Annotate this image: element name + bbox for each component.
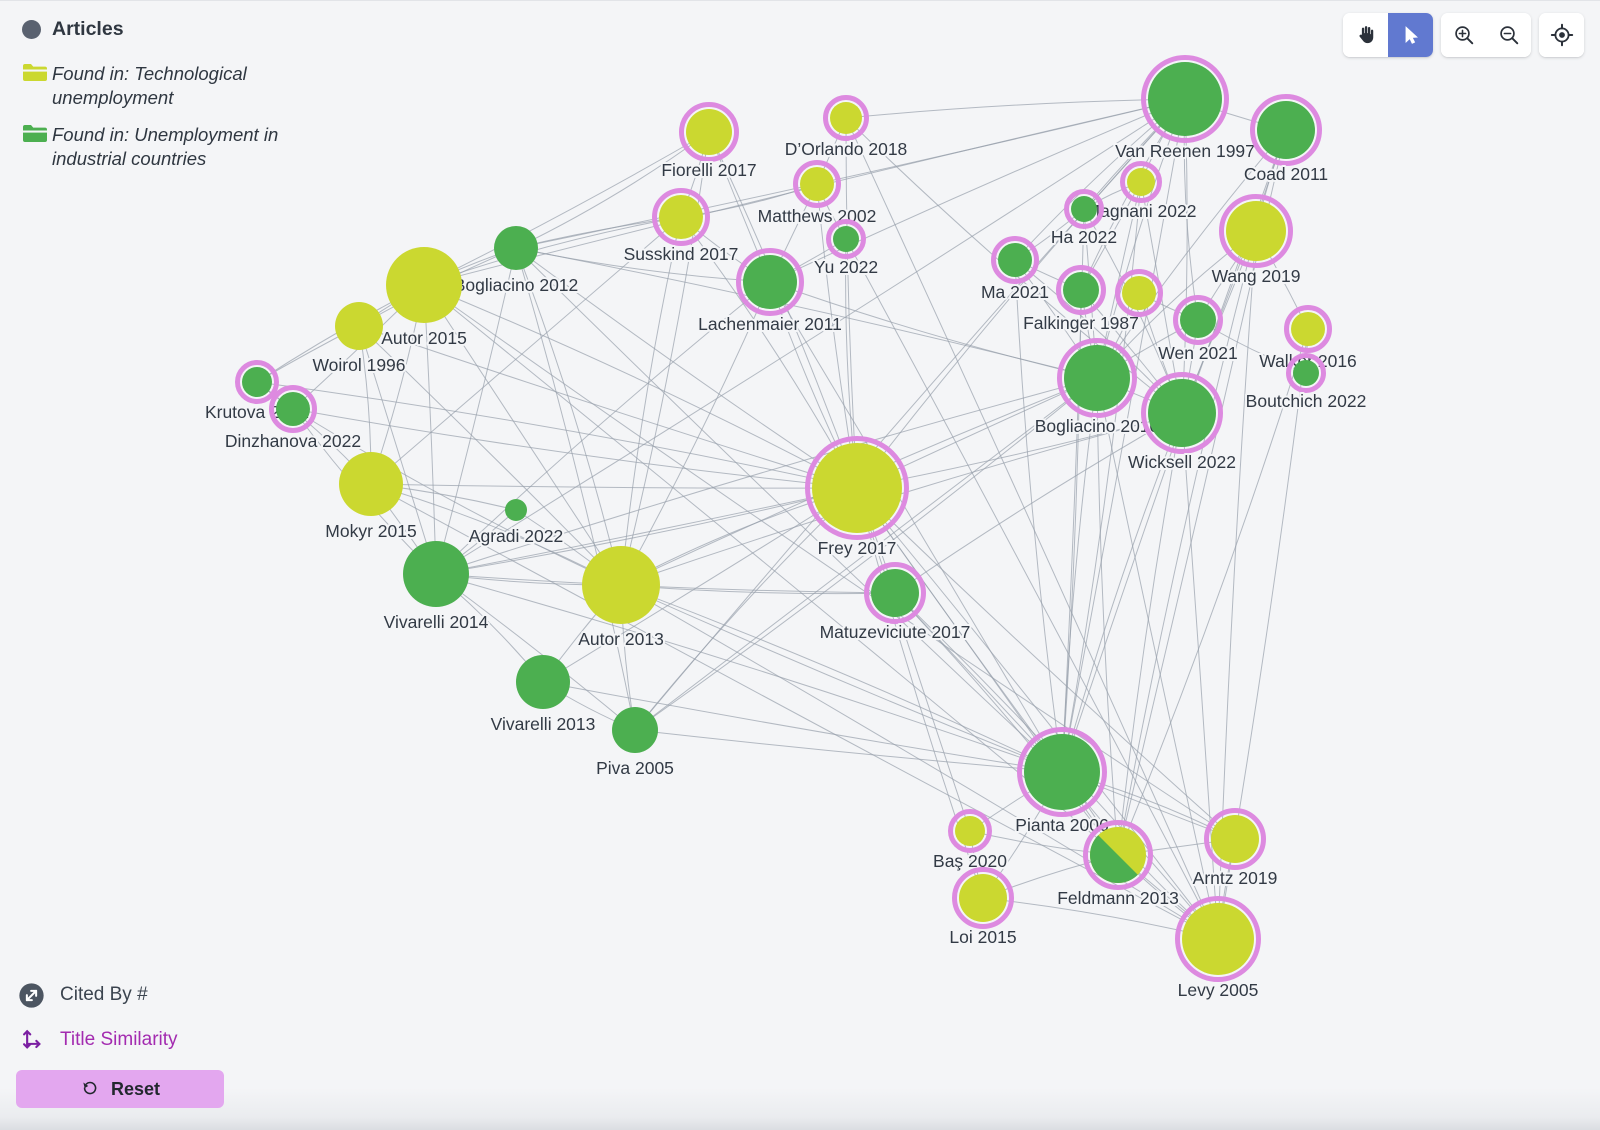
node-circle <box>505 499 527 521</box>
layout-metric-label: Title Similarity <box>60 1029 178 1050</box>
node-circle <box>276 392 310 426</box>
node-circle <box>1180 302 1216 338</box>
legend-articles-label: Articles <box>52 18 124 40</box>
legend-item-industrial-countries: Found in: Unemployment in industrial cou… <box>18 123 348 170</box>
node-circle <box>386 247 462 323</box>
node-circle <box>998 243 1032 277</box>
crosshair-icon <box>1550 23 1573 47</box>
node-circle <box>830 102 862 134</box>
node-circle <box>1024 734 1100 810</box>
node-circle <box>959 874 1007 922</box>
node-circle <box>1291 312 1325 346</box>
legend: Articles Found in: Technological unemplo… <box>18 17 348 185</box>
graph-edge <box>435 281 771 575</box>
graph-edge <box>634 377 1098 731</box>
zoom-in-icon <box>1454 26 1473 45</box>
graph-edge <box>423 284 858 489</box>
graph-edge <box>894 592 1119 856</box>
legend-item-articles: Articles <box>18 17 348 42</box>
graph-edge <box>620 131 710 586</box>
hand-icon <box>1358 26 1373 44</box>
zoom-in-button[interactable] <box>1441 13 1486 57</box>
size-metric-label: Cited By # <box>60 984 148 1005</box>
axes-arrow-icon <box>22 1029 41 1049</box>
resize-arrow-icon <box>18 982 44 1008</box>
articles-dot-icon <box>22 19 41 39</box>
node-circle <box>1257 101 1315 159</box>
node-circle <box>339 452 403 516</box>
graph-edge <box>1061 377 1098 773</box>
node-circle <box>1226 201 1286 261</box>
graph-edge <box>515 247 622 586</box>
graph-controls: Cited By # Title Similarity Reset <box>16 980 276 1108</box>
node-circle <box>1148 379 1216 447</box>
graph-toolbar[interactable] <box>1343 13 1584 57</box>
graph-edge <box>1117 412 1183 856</box>
node-circle <box>403 541 469 607</box>
tool-pack-recenter <box>1539 13 1584 57</box>
folder-icon-green-wrap <box>18 123 52 143</box>
zoom-out-button[interactable] <box>1486 13 1531 57</box>
pan-tool-button[interactable] <box>1343 13 1388 57</box>
graph-edge <box>620 584 1236 840</box>
node-circle <box>1122 276 1156 310</box>
graph-edge <box>515 247 858 489</box>
node-circle <box>582 546 660 624</box>
graph-edge <box>769 281 1063 773</box>
node-circle <box>686 109 732 155</box>
resize-arrow-icon-wrap <box>16 980 46 1010</box>
node-circle <box>516 655 570 709</box>
reset-button[interactable]: Reset <box>16 1070 224 1108</box>
node-circle <box>242 367 272 397</box>
node-circle <box>743 255 797 309</box>
node-circle <box>1148 62 1222 136</box>
graph-edge <box>845 98 1186 119</box>
reset-label: Reset <box>110 1078 161 1099</box>
select-tool-button[interactable] <box>1388 13 1433 57</box>
node-circle <box>955 816 985 846</box>
articles-dot-mark <box>18 19 52 39</box>
axes-arrow-icon-wrap <box>16 1025 46 1055</box>
graph-edge <box>370 483 858 489</box>
recenter-button[interactable] <box>1539 13 1584 57</box>
node-circle <box>335 302 383 350</box>
legend-found-in-label-1: Found in: Technological unemployment <box>52 62 247 108</box>
cursor-icon <box>1405 26 1418 44</box>
node-circle <box>1293 360 1319 386</box>
graph-application: Fiorelli 2017 D’Orlando 2018 Van Reenen 19… <box>0 0 1600 1130</box>
undo-icon <box>83 1081 97 1094</box>
zoom-out-icon <box>1499 26 1518 45</box>
node-circle <box>1211 815 1259 863</box>
folder-icon <box>23 63 47 81</box>
node-circle <box>612 707 658 753</box>
node-circle <box>494 226 538 270</box>
node-circle <box>833 226 859 252</box>
node-circle <box>1071 196 1097 222</box>
graph-node[interactable] <box>1115 269 1163 317</box>
graph-edge <box>1014 259 1063 773</box>
node-circle <box>659 195 703 239</box>
size-metric-control[interactable]: Cited By # <box>16 980 276 1010</box>
folder-icon-yellow-wrap <box>18 62 52 82</box>
legend-found-in-label-2: Found in: Unemployment in industrial cou… <box>52 124 279 169</box>
graph-edge <box>620 281 771 586</box>
node-circle <box>800 167 834 201</box>
legend-item-technological-unemployment: Found in: Technological unemployment <box>18 62 348 109</box>
node-circle <box>1127 168 1155 196</box>
graph-edge <box>515 247 771 283</box>
node-circle <box>1064 345 1130 411</box>
node-circle <box>1063 272 1099 308</box>
graph-edge <box>856 487 1219 940</box>
node-circle <box>812 443 902 533</box>
tool-pack-select <box>1343 13 1433 57</box>
graph-edge <box>358 325 858 489</box>
tool-pack-zoom <box>1441 13 1531 57</box>
node-circle <box>871 569 919 617</box>
node-circle <box>1182 903 1254 975</box>
graph-edge <box>620 584 1063 773</box>
layout-metric-control[interactable]: Title Similarity <box>16 1025 276 1055</box>
undo-icon-wrap <box>80 1078 100 1101</box>
graph-edge <box>358 325 622 586</box>
folder-icon <box>23 125 47 143</box>
